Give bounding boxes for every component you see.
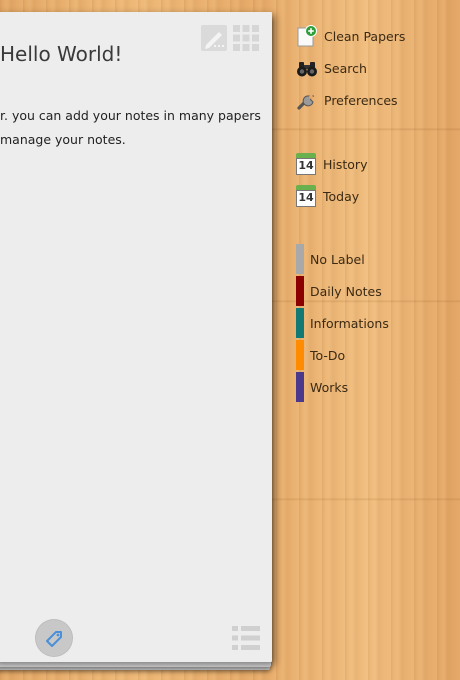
tag-icon [46,631,62,647]
sidebar-item-label: Clean Papers [324,28,406,44]
today-button[interactable]: 14 Today [296,184,359,208]
clean-papers-icon [297,25,317,47]
label-works[interactable]: Works [296,371,348,403]
label-to-do[interactable]: To-Do [296,339,345,371]
binoculars-icon [297,62,317,77]
paper-stack: Hello World! r. you can add your notes i… [0,12,274,670]
label-name: No Label [310,251,365,267]
sidebar-item-label: History [323,156,368,172]
sidebar-item-label: Today [323,188,360,204]
note-paper[interactable]: Hello World! r. you can add your notes i… [0,12,272,662]
label-tag-button[interactable] [35,619,73,657]
clean-papers-button[interactable]: Clean Papers [296,24,405,48]
calendar-icon: 14 [296,185,316,207]
label-name: Informations [310,315,389,331]
sidebar-item-label: Search [324,60,367,76]
note-body-line: manage your notes. [0,132,126,147]
label-color-swatch [296,340,304,370]
note-title[interactable]: Hello World! [0,42,122,66]
label-color-swatch [296,372,304,402]
wrench-icon [297,95,315,110]
label-no-label[interactable]: No Label [296,243,365,275]
preferences-button[interactable]: Preferences [296,88,398,112]
label-informations[interactable]: Informations [296,307,389,339]
sidebar-item-label: Preferences [324,92,398,108]
search-button[interactable]: Search [296,56,367,80]
label-color-swatch [296,244,304,274]
note-body-line: r. you can add your notes in many papers [0,108,261,123]
note-body[interactable]: r. you can add your notes in many papers… [0,104,270,152]
label-name: To-Do [310,347,346,363]
label-name: Daily Notes [310,283,382,299]
grid-view-icon[interactable] [232,24,260,52]
calendar-icon: 14 [296,153,316,175]
label-color-swatch [296,308,304,338]
label-name: Works [310,379,349,395]
label-color-swatch [296,276,304,306]
label-daily-notes[interactable]: Daily Notes [296,275,382,307]
paper-top-toolbar [200,24,260,52]
list-view-icon[interactable] [232,625,260,651]
edit-icon[interactable] [200,24,228,52]
history-button[interactable]: 14 History [296,152,367,176]
